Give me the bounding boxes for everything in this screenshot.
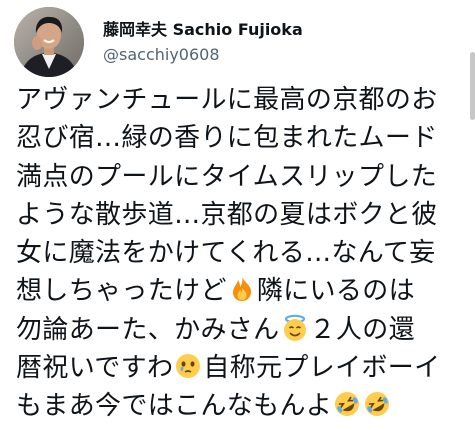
tweet-line-8-text: 暦祝いですわ	[16, 353, 174, 384]
tweet-card: 藤岡幸夫 Sachio Fujioka @sacchiy0608 アヴァンチュー…	[0, 0, 475, 430]
rolling-on-the-floor-laughing-icon	[363, 390, 391, 418]
user-info: 藤岡幸夫 Sachio Fujioka @sacchiy0608	[103, 19, 433, 65]
face-holding-back-tears-icon	[174, 352, 202, 380]
user-handle[interactable]: @sacchiy0608	[103, 45, 433, 65]
display-name[interactable]: 藤岡幸夫 Sachio Fujioka	[103, 19, 433, 41]
tweet-line-6: 想しちゃったけど 隣にいるのは	[16, 272, 464, 310]
tweet-line-3: 満点のプールにタイムスリップした	[16, 161, 438, 192]
scrollbar-thumb[interactable]	[470, 52, 475, 120]
tweet-line-7-tail: ２人の還	[309, 314, 415, 345]
tweet-line-7: 勿論あーた、かみさん ２人の還	[16, 311, 464, 349]
profile-avatar[interactable]	[14, 7, 84, 77]
tweet-line-5: 女に魔法をかけてくれる…なんて妄	[16, 238, 436, 269]
fire-emoji-icon	[228, 275, 256, 303]
tweet-line-7-text: 勿論あーた、かみさん	[16, 314, 280, 345]
tweet-text: アヴァンチュールに最高の京都のお 忍び宿…緑の香りに包まれたムード 満点のプール…	[16, 81, 464, 426]
tweet-line-1: アヴァンチュールに最高の京都のお	[16, 85, 438, 115]
rolling-on-the-floor-laughing-icon	[333, 390, 361, 418]
tweet-line-9-text: もまあ今ではこんなもんよ	[16, 391, 333, 422]
smiling-face-with-halo-icon	[281, 314, 309, 342]
tweet-line-8-tail: 自称元プレイボーイ	[203, 353, 441, 384]
avatar-photo	[14, 7, 84, 77]
tweet-line-9: もまあ今ではこんなもんよ	[16, 387, 464, 425]
tweet-line-6-text: 想しちゃったけど	[16, 276, 227, 307]
tweet-line-2: 忍び宿…緑の香りに包まれたムード	[16, 123, 438, 154]
tweet-line-4: ような散歩道…京都の夏はボクと彼	[16, 199, 438, 230]
tweet-line-8: 暦祝いですわ 自称元プレイボーイ	[16, 349, 464, 387]
tweet-line-6-tail: 隣にいるのは	[256, 276, 415, 307]
